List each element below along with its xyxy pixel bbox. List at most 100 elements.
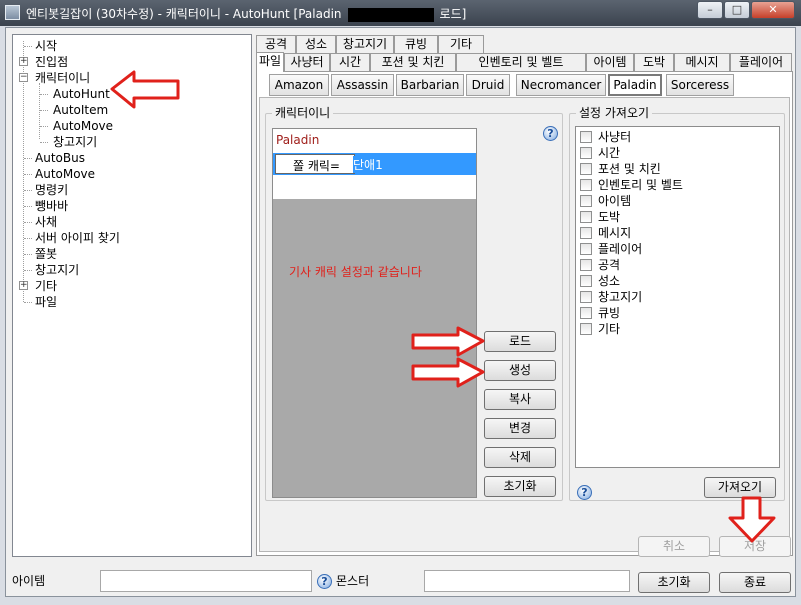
checkbox[interactable] <box>580 147 592 159</box>
subtab-druid[interactable]: Druid <box>466 74 510 96</box>
tree-line <box>24 302 32 303</box>
character-group-help-icon[interactable]: ? <box>543 126 558 141</box>
subtab-amazon[interactable]: Amazon <box>269 74 329 96</box>
tree-item-autobus[interactable]: AutoBus <box>35 150 85 166</box>
import-option[interactable]: 아이템 <box>580 193 631 209</box>
tab-inventory-belt[interactable]: 인벤토리 및 벨트 <box>456 53 586 71</box>
tab-gamble[interactable]: 도박 <box>634 53 674 71</box>
tree-item-autoitem[interactable]: AutoItem <box>53 102 108 118</box>
tab-hunting-ground[interactable]: 사냥터 <box>284 53 330 71</box>
import-option[interactable]: 사냥터 <box>580 129 631 145</box>
tree-item-bbangbaba[interactable]: 뺑바바 <box>35 198 68 214</box>
import-option[interactable]: 포션 및 치킨 <box>580 161 661 177</box>
arrow-shape <box>411 326 485 357</box>
navigation-tree[interactable]: 시작 + 진입점 − 캐릭터이니 AutoHunt AutoItem AutoM… <box>12 34 252 557</box>
tree-item-server-ip-finder[interactable]: 서버 아이피 찾기 <box>35 230 120 246</box>
cancel-button[interactable]: 취소 <box>638 536 710 557</box>
status-help-icon[interactable]: ? <box>317 574 332 589</box>
close-button[interactable]: ✕ <box>751 1 795 19</box>
maximize-button[interactable]: □ <box>724 1 750 19</box>
tree-item-loan[interactable]: 사채 <box>35 214 57 230</box>
checkbox[interactable] <box>580 291 592 303</box>
import-group-help-icon[interactable]: ? <box>577 485 592 500</box>
tab-player[interactable]: 플레이어 <box>730 53 792 71</box>
tab-etc[interactable]: 기타 <box>438 35 484 53</box>
tab-time[interactable]: 시간 <box>330 53 370 71</box>
tab-stash-keeper[interactable]: 창고지기 <box>336 35 394 53</box>
tree-item-etc[interactable]: 기타 <box>35 278 57 294</box>
client-area: 시작 + 진입점 − 캐릭터이니 AutoHunt AutoItem AutoM… <box>5 27 796 597</box>
import-option[interactable]: 인벤토리 및 벨트 <box>580 177 683 193</box>
tab-cubing[interactable]: 큐빙 <box>394 35 438 53</box>
tree-item-automove-2[interactable]: AutoMove <box>35 166 95 182</box>
reset-button[interactable]: 초기화 <box>638 572 710 593</box>
tree-item-entry[interactable]: 진입점 <box>35 54 68 70</box>
tab-attack[interactable]: 공격 <box>256 35 296 53</box>
copy-button[interactable]: 복사 <box>484 389 556 410</box>
character-list-item-selected[interactable]: 쫄 캐릭= 단애1 <box>273 153 476 175</box>
tab-item[interactable]: 아이템 <box>586 53 634 71</box>
tree-line <box>24 190 32 191</box>
tree-item-character-ini[interactable]: 캐릭터이니 <box>35 70 90 86</box>
import-option[interactable]: 시간 <box>580 145 620 161</box>
character-name-edit-field[interactable]: 쫄 캐릭= <box>275 154 355 174</box>
import-settings-list[interactable]: 사냥터 시간 포션 및 치킨 인벤토리 및 벨트 아이템 도박 메시지 플레이어… <box>575 126 780 468</box>
tree-line <box>40 126 48 127</box>
import-option[interactable]: 공격 <box>580 257 620 273</box>
tree-item-stash-keeper-2[interactable]: 창고지기 <box>35 262 79 278</box>
import-option[interactable]: 큐빙 <box>580 305 620 321</box>
change-button[interactable]: 변경 <box>484 418 556 439</box>
import-option[interactable]: 도박 <box>580 209 620 225</box>
delete-button[interactable]: 삭제 <box>484 447 556 468</box>
tree-expander-plus[interactable]: + <box>19 281 28 290</box>
tree-item-command-key[interactable]: 명령키 <box>35 182 68 198</box>
minimize-button[interactable]: – <box>697 1 723 19</box>
tree-line <box>24 222 32 223</box>
checkbox[interactable] <box>580 307 592 319</box>
reset-list-button[interactable]: 초기화 <box>484 476 556 497</box>
arrow-shape <box>110 70 180 109</box>
subtab-sorceress[interactable]: Sorceress <box>666 74 734 96</box>
character-list[interactable]: Paladin 쫄 캐릭= 단애1 기사 캐릭 설정과 같습니다 <box>272 128 477 498</box>
subtab-necromancer[interactable]: Necromancer <box>516 74 606 96</box>
checkbox[interactable] <box>580 323 592 335</box>
arrow-shape <box>411 357 485 388</box>
exit-button[interactable]: 종료 <box>719 572 791 593</box>
tree-item-stash-keeper[interactable]: 창고지기 <box>53 134 97 150</box>
checkbox[interactable] <box>580 243 592 255</box>
tree-item-minion-bot[interactable]: 쫄봇 <box>35 246 57 262</box>
checkbox[interactable] <box>580 259 592 271</box>
load-button[interactable]: 로드 <box>484 331 556 352</box>
import-option[interactable]: 성소 <box>580 273 620 289</box>
tree-item-automove[interactable]: AutoMove <box>53 118 113 134</box>
import-option[interactable]: 메시지 <box>580 225 631 241</box>
tree-item-file[interactable]: 파일 <box>35 294 57 310</box>
tree-item-start[interactable]: 시작 <box>35 38 57 54</box>
tab-message[interactable]: 메시지 <box>674 53 730 71</box>
subtab-assassin[interactable]: Assassin <box>331 74 394 96</box>
tree-expander-minus[interactable]: − <box>19 73 28 82</box>
subtab-paladin[interactable]: Paladin <box>608 74 662 96</box>
create-button[interactable]: 생성 <box>484 360 556 381</box>
import-option[interactable]: 창고지기 <box>580 289 642 305</box>
import-option[interactable]: 플레이어 <box>580 241 642 257</box>
checkbox[interactable] <box>580 163 592 175</box>
checkbox[interactable] <box>580 195 592 207</box>
checkbox[interactable] <box>580 227 592 239</box>
tree-line <box>24 254 32 255</box>
status-monster-label: 몬스터 <box>336 574 370 588</box>
annotation-arrow-right-icon <box>411 357 485 388</box>
tree-item-autohunt[interactable]: AutoHunt <box>53 86 110 102</box>
tree-expander-plus[interactable]: + <box>19 57 28 66</box>
checkbox[interactable] <box>580 211 592 223</box>
checkbox[interactable] <box>580 179 592 191</box>
checkbox[interactable] <box>580 131 592 143</box>
import-option[interactable]: 기타 <box>580 321 620 337</box>
tab-sanctuary[interactable]: 성소 <box>296 35 336 53</box>
tree-line <box>39 83 40 139</box>
tab-file[interactable]: 파일 <box>256 52 284 72</box>
checkbox[interactable] <box>580 275 592 287</box>
subtab-barbarian[interactable]: Barbarian <box>396 74 464 96</box>
tab-potion-chicken[interactable]: 포션 및 치킨 <box>370 53 456 71</box>
import-button[interactable]: 가져오기 <box>704 477 776 498</box>
